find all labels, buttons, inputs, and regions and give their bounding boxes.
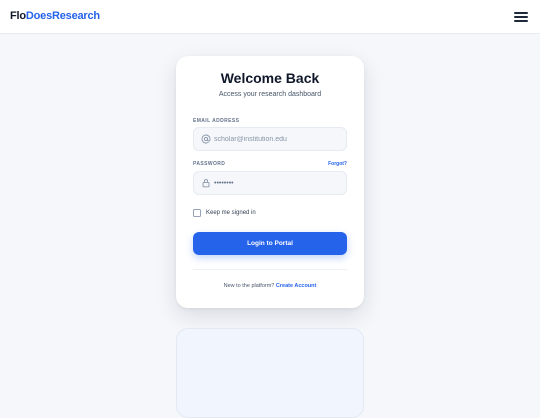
login-button[interactable]: Login to Portal: [193, 232, 347, 255]
password-label: PASSWORD: [193, 161, 226, 167]
signup-prompt: New to the platform? Create Account: [176, 283, 364, 289]
top-navigation-bar: FloDoesResearch: [0, 0, 540, 34]
brand-suffix: DoesResearch: [25, 10, 100, 22]
menu-line: [514, 20, 528, 22]
lock-icon: [202, 179, 210, 188]
password-field-wrapper: [193, 171, 347, 195]
login-card: Welcome Back Access your research dashbo…: [176, 56, 364, 308]
hamburger-icon[interactable]: [514, 10, 530, 23]
email-field-wrapper: [193, 127, 347, 151]
remember-me-checkbox[interactable]: [193, 209, 201, 217]
login-subtitle: Access your research dashboard: [218, 91, 322, 98]
signup-prompt-text: New to the platform?: [223, 283, 275, 289]
forgot-password-link[interactable]: Forgot?: [328, 161, 347, 167]
create-account-link[interactable]: Create Account: [276, 283, 316, 289]
email-input[interactable]: [214, 128, 344, 150]
brand-logo[interactable]: FloDoesResearch: [10, 10, 100, 22]
email-label: EMAIL ADDRESS: [193, 118, 240, 124]
menu-line: [514, 12, 528, 14]
password-input[interactable]: [214, 172, 344, 194]
brand-prefix: Flo: [10, 10, 26, 22]
divider: [193, 269, 347, 270]
remember-me-label[interactable]: Keep me signed in: [206, 210, 256, 216]
menu-line: [514, 16, 528, 18]
at-sign-icon: [201, 134, 211, 144]
login-title: Welcome Back: [220, 70, 320, 86]
